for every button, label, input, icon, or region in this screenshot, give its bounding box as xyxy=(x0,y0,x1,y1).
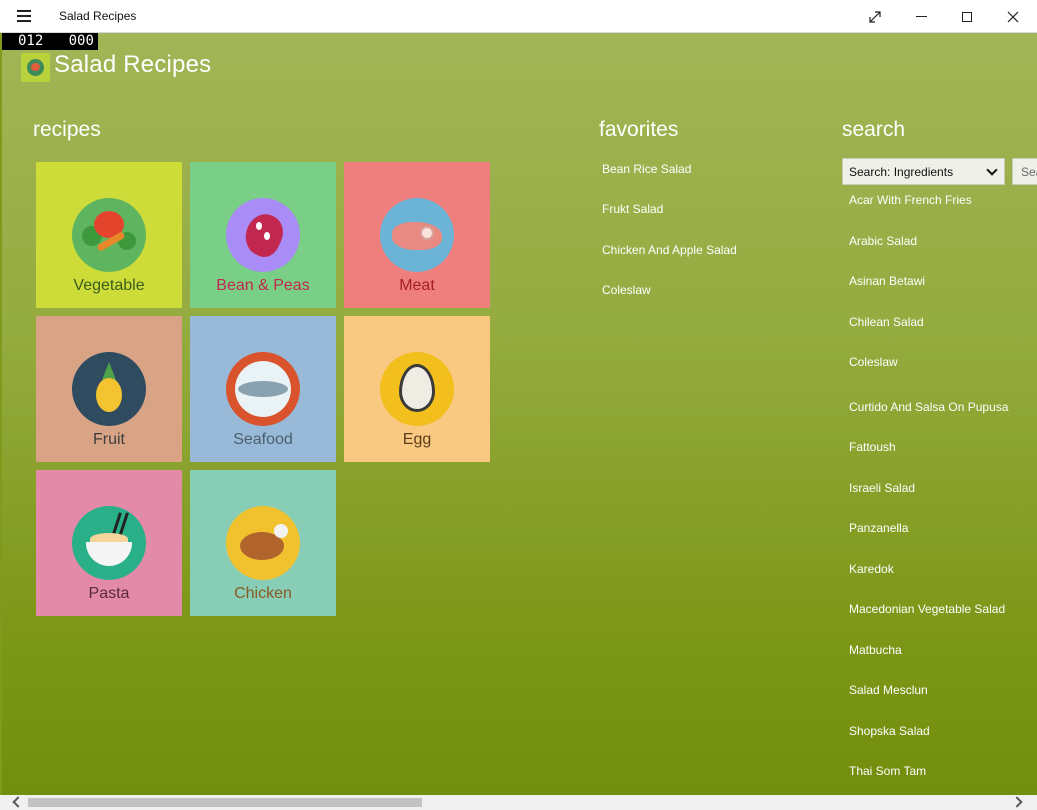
favorite-item[interactable]: Chicken And Apple Salad xyxy=(602,243,737,257)
search-button[interactable]: Sea xyxy=(1012,158,1037,185)
result-item[interactable]: Coleslaw xyxy=(849,355,898,369)
result-item[interactable]: Acar With French Fries xyxy=(849,193,972,207)
minimize-icon xyxy=(915,16,927,17)
close-button[interactable] xyxy=(990,0,1036,33)
horizontal-scrollbar[interactable] xyxy=(0,795,1037,810)
recipes-heading: recipes xyxy=(33,118,101,141)
fullscreen-button[interactable] xyxy=(852,0,898,33)
main-area: Salad Recipes recipes favorites search V… xyxy=(2,33,1037,795)
egg-icon xyxy=(380,352,454,426)
result-item[interactable]: Panzanella xyxy=(849,521,908,535)
counter-right: 000 xyxy=(68,33,94,49)
scroll-right-icon[interactable] xyxy=(1011,796,1023,808)
tile-fruit[interactable]: Fruit xyxy=(36,316,182,462)
bean-icon xyxy=(226,198,300,272)
search-type-value: Search: Ingredients xyxy=(849,165,954,179)
tile-label: Meat xyxy=(399,277,435,294)
tile-seafood[interactable]: Seafood xyxy=(190,316,336,462)
maximize-icon xyxy=(962,11,972,22)
favorites-heading: favorites xyxy=(599,118,679,141)
scrollbar-thumb[interactable] xyxy=(28,798,422,807)
noodle-bowl-icon xyxy=(72,506,146,580)
tile-meat[interactable]: Meat xyxy=(344,162,490,308)
scroll-left-icon[interactable] xyxy=(12,796,24,808)
vegetables-icon xyxy=(72,198,146,272)
tile-label: Seafood xyxy=(233,431,293,448)
result-item[interactable]: Chilean Salad xyxy=(849,315,924,329)
tile-label: Fruit xyxy=(93,431,125,448)
tile-label: Pasta xyxy=(88,585,130,602)
roast-chicken-icon xyxy=(226,506,300,580)
result-item[interactable]: Matbucha xyxy=(849,643,902,657)
tile-label: Bean & Peas xyxy=(216,277,310,294)
tile-vegetable[interactable]: Vegetable xyxy=(36,162,182,308)
pineapple-icon xyxy=(72,352,146,426)
hamburger-icon[interactable] xyxy=(17,10,31,22)
tile-pasta[interactable]: Pasta xyxy=(36,470,182,616)
result-item[interactable]: Thai Som Tam xyxy=(849,764,926,778)
result-item[interactable]: Karedok xyxy=(849,562,894,576)
result-item[interactable]: Fattoush xyxy=(849,440,896,454)
meat-icon xyxy=(380,198,454,272)
fish-icon xyxy=(226,352,300,426)
fullscreen-icon xyxy=(869,10,881,23)
result-item[interactable]: Shopska Salad xyxy=(849,724,930,738)
chevron-down-icon xyxy=(986,164,998,176)
tile-label: Chicken xyxy=(234,585,292,602)
tile-egg[interactable]: Egg xyxy=(344,316,490,462)
counter-left: 012 xyxy=(18,33,44,49)
app-title: Salad Recipes xyxy=(54,51,212,78)
frame-counter: 012 000 xyxy=(2,33,98,50)
maximize-button[interactable] xyxy=(944,0,990,33)
result-item[interactable]: Salad Mesclun xyxy=(849,683,928,697)
tile-label: Vegetable xyxy=(73,277,145,294)
favorite-item[interactable]: Bean Rice Salad xyxy=(602,162,691,176)
result-item[interactable]: Israeli Salad xyxy=(849,481,915,495)
window-title: Salad Recipes xyxy=(59,9,137,23)
result-item[interactable]: Macedonian Vegetable Salad xyxy=(849,602,1005,616)
result-item[interactable]: Arabic Salad xyxy=(849,234,917,248)
minimize-button[interactable] xyxy=(898,0,944,33)
search-type-select[interactable]: Search: Ingredients xyxy=(842,158,1005,185)
tile-bean-peas[interactable]: Bean & Peas xyxy=(190,162,336,308)
close-icon xyxy=(1007,11,1019,22)
result-item[interactable]: Curtido And Salsa On Pupusa xyxy=(849,400,1008,414)
search-heading: search xyxy=(842,118,906,141)
favorite-item[interactable]: Frukt Salad xyxy=(602,202,663,216)
result-item[interactable]: Asinan Betawi xyxy=(849,274,925,288)
tile-chicken[interactable]: Chicken xyxy=(190,470,336,616)
tile-label: Egg xyxy=(402,431,432,448)
salad-logo-icon xyxy=(21,53,50,82)
favorite-item[interactable]: Coleslaw xyxy=(602,283,651,297)
title-bar: Salad Recipes xyxy=(0,0,1037,33)
